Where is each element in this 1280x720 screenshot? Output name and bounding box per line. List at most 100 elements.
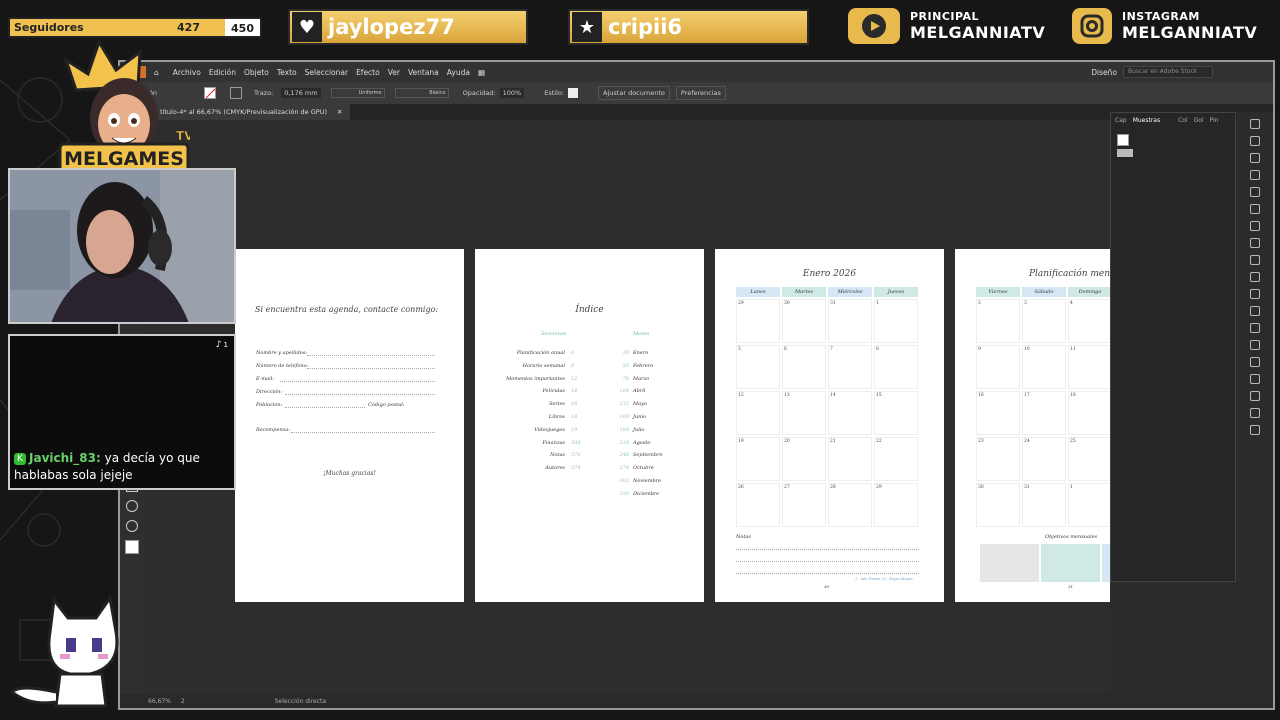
panel-tab[interactable]: Col [1178, 117, 1188, 124]
calendar-day-cell[interactable]: 29 [736, 299, 780, 343]
zoom-tool-icon[interactable] [126, 520, 138, 532]
calendar-day-cell[interactable]: 25 [1068, 437, 1110, 481]
close-icon[interactable]: ✕ [337, 108, 342, 116]
menu-edicion[interactable]: Edición [209, 68, 236, 77]
calendar-day-cell[interactable]: 1 [874, 299, 918, 343]
calendar-day-cell[interactable]: 26 [736, 483, 780, 527]
panels-dock [1237, 112, 1273, 702]
calendar-day-cell[interactable]: 29 [874, 483, 918, 527]
menu-texto[interactable]: Texto [277, 68, 297, 77]
transparency-icon[interactable] [1250, 204, 1260, 214]
artboard-number[interactable]: 2 [181, 698, 185, 705]
panel-tab-active[interactable]: Muestras [1133, 117, 1160, 124]
menu-seleccionar[interactable]: Seleccionar [305, 68, 348, 77]
panel-tab[interactable]: Gol [1194, 117, 1204, 124]
calendar-day-header: Jueves [874, 287, 918, 297]
calendar-day-cell[interactable]: 8 [874, 345, 918, 389]
stroke-swatch[interactable] [230, 87, 242, 99]
calendar-day-cell[interactable]: 27 [782, 483, 826, 527]
preferences-button[interactable]: Preferencias [675, 86, 726, 100]
menu-ver[interactable]: Ver [388, 68, 400, 77]
fill-swatch[interactable] [204, 87, 216, 99]
asset-export-icon[interactable] [1250, 425, 1260, 435]
calendar-day-cell[interactable]: 22 [874, 437, 918, 481]
calendar-day-cell[interactable]: 9 [976, 345, 1020, 389]
calendar-day-cell[interactable]: 31 [1022, 483, 1066, 527]
artboard-index[interactable]: Índice Secciones Meses Planificación anu… [475, 249, 704, 602]
menu-ventana[interactable]: Ventana [408, 68, 439, 77]
arrange-docs-icon[interactable]: ▦ [478, 68, 485, 77]
pathfinder-icon[interactable] [1250, 306, 1260, 316]
brushes-icon[interactable] [1250, 272, 1260, 282]
menu-efecto[interactable]: Efecto [356, 68, 380, 77]
symbols-icon[interactable] [1250, 255, 1260, 265]
paragraph-icon[interactable] [1250, 357, 1260, 367]
platform-name: MELGANNIATV [1122, 23, 1258, 42]
color-icon[interactable] [1250, 153, 1260, 163]
contact-field-label: Recompensa: [256, 427, 290, 433]
fill-stroke-icon[interactable] [125, 540, 139, 554]
panel-tab[interactable]: Pin [1210, 117, 1219, 124]
calendar-day-cell[interactable]: 28 [828, 483, 872, 527]
artboards-icon[interactable] [1250, 408, 1260, 418]
calendar-day-cell[interactable]: 11 [1068, 345, 1110, 389]
calendar-day-cell[interactable]: 2 [976, 299, 1020, 343]
calendar-day-cell[interactable]: 19 [736, 437, 780, 481]
swatch-registration[interactable] [1117, 149, 1133, 157]
calendar-day-cell[interactable]: 4 [1068, 299, 1110, 343]
followers-current: 427 [177, 21, 200, 34]
artboard-calendar[interactable]: Enero 2026 Lunes Martes Miércoles Jueves 29 3… [715, 249, 944, 602]
adjust-document-button[interactable]: Ajustar documento [598, 86, 670, 100]
links-icon[interactable] [1250, 391, 1260, 401]
calendar-day-cell[interactable]: 7 [828, 345, 872, 389]
calendar-day-cell[interactable]: 12 [736, 391, 780, 435]
calendar-day-cell[interactable]: 24 [1022, 437, 1066, 481]
calendar-day-cell[interactable]: 3 [1022, 299, 1066, 343]
artboard-contact[interactable]: Si encuentra esta agenda, contacte conmi… [235, 249, 464, 602]
zoom-level[interactable]: 66,67% [148, 698, 171, 705]
index-month-page: 330 [619, 490, 629, 497]
stroke-weight-field[interactable]: 0,176 mm [281, 88, 321, 98]
calendar-day-number: 30 [784, 301, 790, 306]
calendar-day-cell[interactable]: 31 [828, 299, 872, 343]
calendar-day-cell[interactable]: 30 [782, 299, 826, 343]
calendar-day-cell[interactable]: 1 [1068, 483, 1110, 527]
calendar-day-cell[interactable]: 10 [1022, 345, 1066, 389]
workspace-switcher[interactable]: Diseño [1091, 68, 1117, 77]
brush-definition[interactable]: Básico [394, 88, 449, 98]
graphic-styles-icon[interactable] [1250, 238, 1260, 248]
calendar-day-cell[interactable]: 16 [976, 391, 1020, 435]
calendar-day-cell[interactable]: 21 [828, 437, 872, 481]
character-icon[interactable] [1250, 340, 1260, 350]
transform-icon[interactable] [1250, 323, 1260, 333]
gradient-icon[interactable] [1250, 187, 1260, 197]
menu-objeto[interactable]: Objeto [244, 68, 269, 77]
stroke-icon[interactable] [1250, 170, 1260, 180]
calendar-day-cell[interactable]: 14 [828, 391, 872, 435]
artboard-monthly[interactable]: Planificación mensual ViernesSábadoDomin… [955, 249, 1110, 602]
opacity-field[interactable]: 100% [499, 88, 525, 98]
align-icon[interactable] [1250, 289, 1260, 299]
hand-tool-icon[interactable] [126, 500, 138, 512]
appearance-icon[interactable] [1250, 221, 1260, 231]
calendar-day-cell[interactable]: 15 [874, 391, 918, 435]
calendar-day-cell[interactable]: 23 [976, 437, 1020, 481]
calendar-day-cell[interactable]: 18 [1068, 391, 1110, 435]
calendar-day-cell[interactable]: 6 [782, 345, 826, 389]
artboard-canvas[interactable]: Si encuentra esta agenda, contacte conmi… [120, 120, 1110, 698]
calendar-day-cell[interactable]: 30 [976, 483, 1020, 527]
style-swatch[interactable] [568, 88, 579, 98]
calendar-day-cell[interactable]: 20 [782, 437, 826, 481]
layers-icon[interactable] [1250, 119, 1260, 129]
calendar-day-cell[interactable]: 17 [1022, 391, 1066, 435]
calendar-day-header: Lunes [736, 287, 780, 297]
swatch-none[interactable] [1117, 134, 1129, 146]
menu-ayuda[interactable]: Ayuda [447, 68, 470, 77]
calendar-day-cell[interactable]: 5 [736, 345, 780, 389]
opentype-icon[interactable] [1250, 374, 1260, 384]
calendar-day-cell[interactable]: 13 [782, 391, 826, 435]
properties-icon[interactable] [1250, 136, 1260, 146]
stock-search-input[interactable]: Buscar en Adobe Stock [1123, 66, 1213, 78]
panel-tab[interactable]: Cap [1115, 117, 1127, 124]
variable-width-profile[interactable]: Uniforme [330, 88, 385, 98]
